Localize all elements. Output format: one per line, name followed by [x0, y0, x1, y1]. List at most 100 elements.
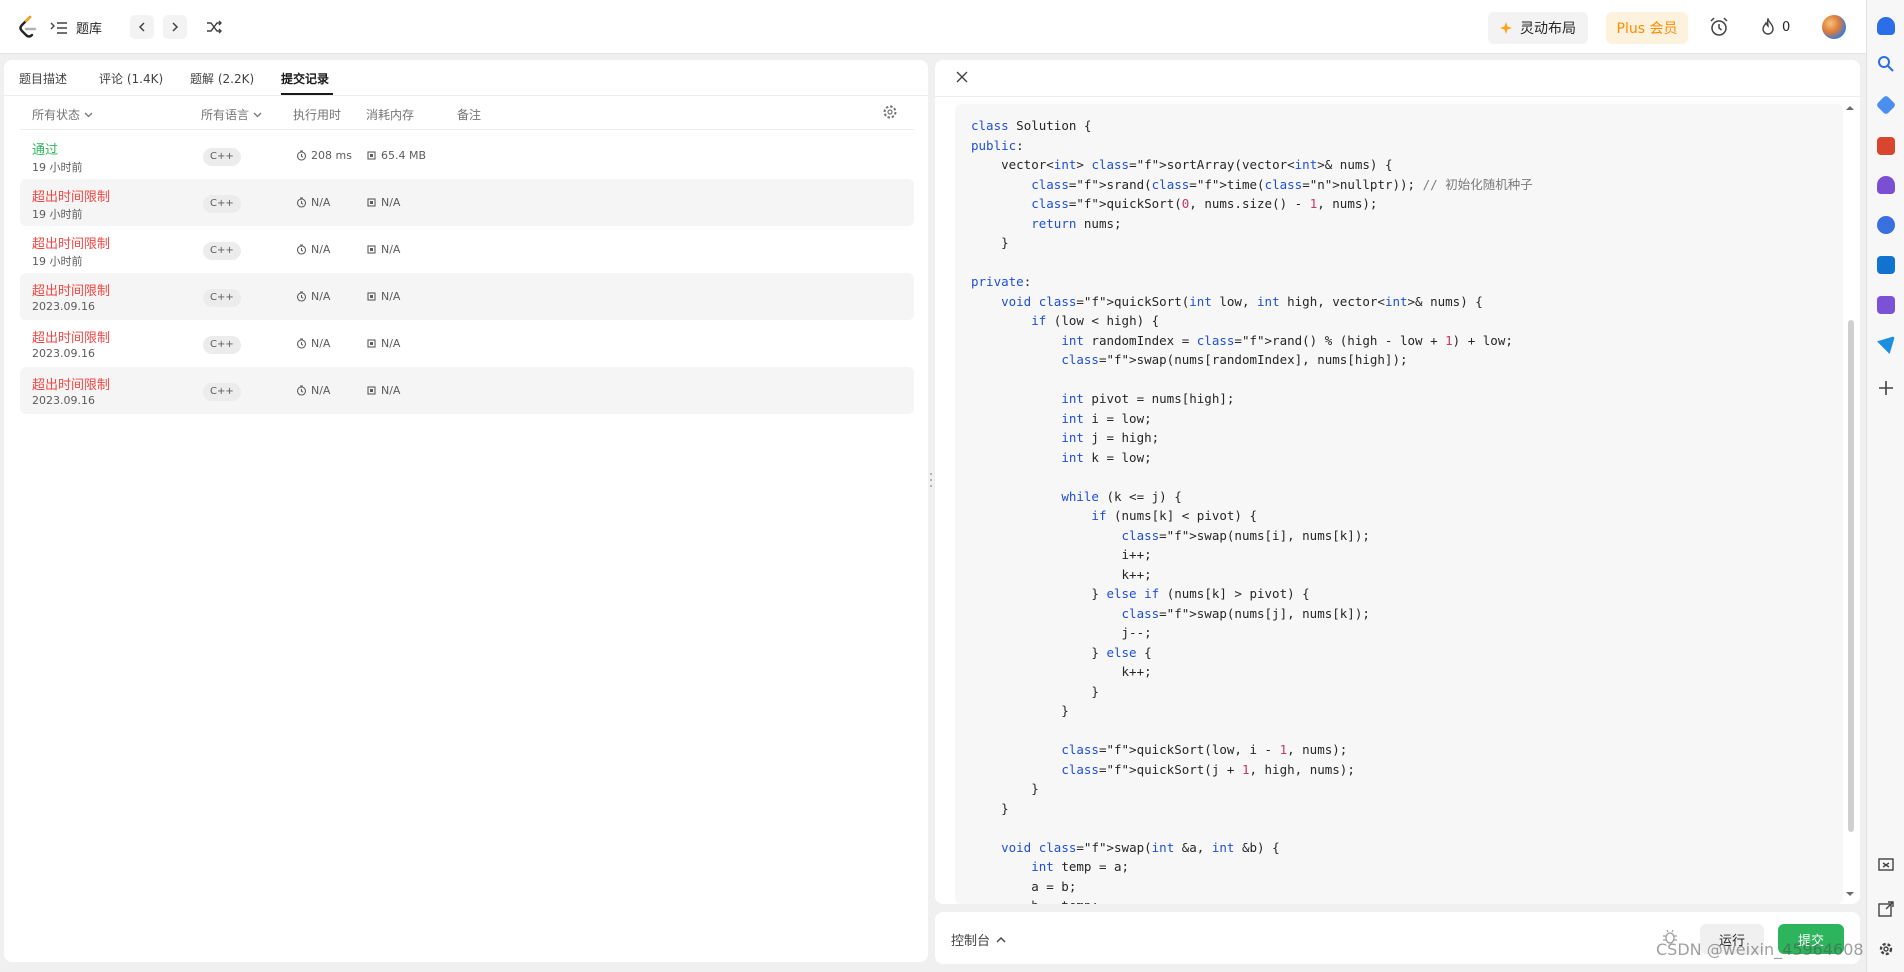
scroll-up-arrow-icon[interactable]: [1846, 104, 1854, 112]
alarm-clock-icon[interactable]: [1708, 16, 1730, 38]
shuffle-icon[interactable]: [205, 18, 223, 36]
runtime-text: N/A: [311, 196, 331, 209]
language-badge: C++: [203, 336, 241, 354]
problem-list-label: 题库: [76, 22, 103, 37]
panel-tabs: 题目描述 评论 (1.4K) 题解 (2.2K) 提交记录: [4, 60, 928, 96]
runtime-text: N/A: [311, 290, 331, 303]
submission-status[interactable]: 超出时间限制: [32, 374, 110, 393]
add-icon[interactable]: [1877, 379, 1895, 397]
stopwatch-icon: [296, 338, 307, 349]
tab-description[interactable]: 题目描述: [19, 70, 67, 87]
code-viewer[interactable]: class Solution { public: vector<int> cla…: [955, 104, 1843, 904]
gear-icon[interactable]: [882, 104, 898, 120]
notes-header-label: 备注: [457, 108, 482, 122]
sparkle-icon: [1500, 22, 1512, 34]
toolbox-icon[interactable]: [1877, 137, 1895, 155]
stopwatch-icon: [296, 291, 307, 302]
submission-row[interactable]: 超出时间限制 19 小时前 C++ N/A N/A: [20, 226, 914, 273]
memory-text: N/A: [381, 196, 401, 209]
streak-counter[interactable]: 0: [1760, 18, 1790, 36]
csdn-watermark: CSDN @weixin_45964608: [1656, 940, 1864, 959]
submission-row[interactable]: 超出时间限制 19 小时前 C++ N/A N/A: [20, 179, 914, 226]
plus-membership-label: Plus 会员: [1616, 21, 1678, 37]
submission-row[interactable]: 超出时间限制 2023.09.16 C++ N/A N/A: [20, 367, 914, 414]
submission-row[interactable]: 超出时间限制 2023.09.16 C++ N/A N/A: [20, 273, 914, 320]
stopwatch-icon: [296, 150, 307, 161]
close-icon[interactable]: [955, 70, 969, 84]
submission-status[interactable]: 超出时间限制: [32, 327, 110, 346]
chip-icon: [367, 245, 376, 254]
active-tab-indicator: [281, 93, 333, 95]
language-filter[interactable]: 所有语言: [201, 106, 262, 123]
screenshot-icon[interactable]: [1877, 856, 1895, 874]
settings-gear-icon[interactable]: [1877, 940, 1895, 958]
problem-list-nav[interactable]: 题库: [50, 18, 102, 37]
submission-time: 19 小时前: [32, 255, 83, 268]
leetcode-logo-icon[interactable]: [17, 15, 39, 39]
dynamic-layout-label: 灵动布局: [1520, 21, 1576, 37]
external-link-icon[interactable]: [1877, 900, 1895, 918]
runtime-value: 208 ms: [296, 149, 352, 162]
runtime-text: N/A: [311, 384, 331, 397]
submission-status[interactable]: 超出时间限制: [32, 186, 110, 205]
runtime-value: N/A: [296, 384, 330, 397]
chevron-right-icon: [172, 22, 179, 32]
streak-count: 0: [1782, 19, 1791, 35]
submission-status[interactable]: 通过: [32, 139, 58, 158]
user-avatar[interactable]: [1822, 15, 1846, 39]
top-navbar: 题库 灵动布局 Plus 会员 0: [0, 0, 1866, 54]
panel-resize-handle[interactable]: [929, 470, 933, 490]
copilot-icon[interactable]: [1877, 216, 1895, 234]
submission-time: 2023.09.16: [32, 394, 95, 407]
language-badge: C++: [203, 289, 241, 307]
chevron-down-icon: [253, 112, 262, 118]
console-toggle[interactable]: 控制台: [951, 930, 1006, 949]
language-badge: C++: [203, 148, 241, 166]
chip-icon: [367, 386, 376, 395]
stopwatch-icon: [296, 244, 307, 255]
submission-row[interactable]: 通过 19 小时前 C++ 208 ms 65.4 MB: [20, 132, 914, 179]
header-divider: [20, 129, 914, 130]
language-filter-label: 所有语言: [201, 108, 250, 122]
send-icon[interactable]: [1877, 336, 1895, 354]
memory-text: 65.4 MB: [381, 149, 427, 162]
tab-comments[interactable]: 评论 (1.4K): [99, 70, 163, 87]
memory-text: N/A: [381, 384, 401, 397]
tag-icon[interactable]: [1875, 94, 1897, 116]
tab-submissions[interactable]: 提交记录: [281, 70, 329, 87]
dynamic-layout-button[interactable]: 灵动布局: [1488, 12, 1588, 44]
submission-status[interactable]: 超出时间限制: [32, 280, 110, 299]
memory-value: 65.4 MB: [366, 149, 426, 162]
chip-icon: [367, 198, 376, 207]
search-icon[interactable]: [1877, 55, 1895, 73]
plus-membership-button[interactable]: Plus 会员: [1606, 12, 1688, 44]
list-icon: [50, 21, 67, 34]
chevron-up-icon: [996, 936, 1006, 942]
memory-text: N/A: [381, 290, 401, 303]
memory-value: N/A: [366, 384, 400, 397]
runtime-value: N/A: [296, 290, 330, 303]
submission-time: 2023.09.16: [32, 347, 95, 360]
browser-sidebar: [1866, 0, 1904, 972]
outlook-icon[interactable]: [1877, 256, 1895, 274]
prev-problem-button[interactable]: [130, 15, 154, 39]
submission-time: 19 小时前: [32, 208, 83, 221]
chip-icon: [367, 292, 376, 301]
submission-row[interactable]: 超出时间限制 2023.09.16 C++ N/A N/A: [20, 320, 914, 367]
memory-column-header: 消耗内存: [366, 106, 414, 123]
stopwatch-icon: [296, 385, 307, 396]
tab-solutions[interactable]: 题解 (2.2K): [190, 70, 254, 87]
runtime-text: N/A: [311, 337, 331, 350]
memory-value: N/A: [366, 290, 400, 303]
status-filter[interactable]: 所有状态: [32, 106, 93, 123]
console-label: 控制台: [951, 934, 991, 949]
next-problem-button[interactable]: [163, 15, 187, 39]
scroll-down-arrow-icon[interactable]: [1846, 890, 1854, 898]
chess-icon[interactable]: [1877, 176, 1895, 194]
scrollbar-thumb[interactable]: [1848, 320, 1854, 832]
submissions-panel: 题目描述 评论 (1.4K) 题解 (2.2K) 提交记录 所有状态 所有语言 …: [4, 60, 928, 962]
language-badge: C++: [203, 383, 241, 401]
designer-icon[interactable]: [1877, 296, 1895, 314]
bell-icon[interactable]: [1877, 17, 1895, 35]
submission-status[interactable]: 超出时间限制: [32, 233, 110, 252]
